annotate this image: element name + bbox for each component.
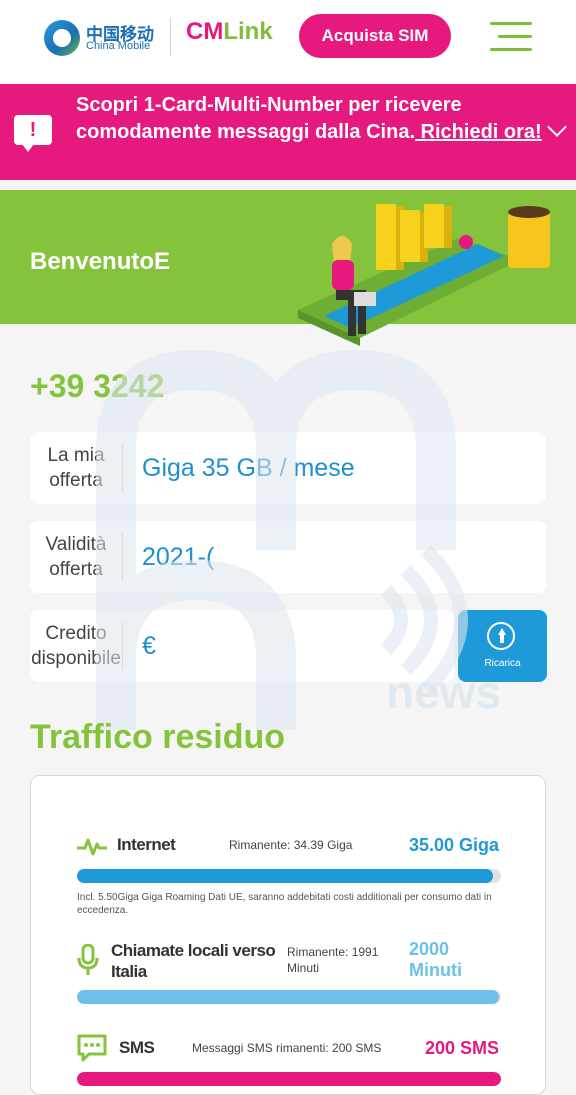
buy-sim-button[interactable]: Acquista SIM [299,14,451,58]
internet-progress-fill [77,869,494,883]
promo-banner: ! Scopri 1-Card-Multi-Number per ricever… [0,84,576,180]
sms-progress-bar [77,1072,501,1086]
internet-remaining: Rimanente: 34.39 Giga [229,838,353,852]
sms-progress-fill [77,1072,501,1086]
phone-number: +39 3242 [30,368,165,404]
credit-label: Credito disponibile [31,623,121,669]
offer-card: La mia offerta Giga 35 GB / mese [30,432,546,504]
internet-note: Incl. 5.50Giga Giga Roaming Dati UE, sar… [77,892,492,916]
sms-total: 200 SMS [425,1038,500,1058]
recharge-label: Ricarica [484,658,521,669]
offer-divider [122,444,123,492]
welcome-title: BenvenutoE [30,248,171,275]
validity-card: Validità offerta 2021-( [30,521,546,593]
alert-bubble-icon: ! [14,115,52,152]
promo-message: Scopri 1-Card-Multi-Number per ricevere … [76,94,462,143]
credit-divider [122,622,123,670]
china-mobile-logo[interactable]: 中国移动 China Mobile [44,18,164,58]
message-icon [77,1034,107,1062]
credit-card: Credito disponibile € [30,610,454,682]
validity-label: Validità offerta [45,534,107,580]
internet-label: Internet [117,835,176,854]
cmlink-cm-text: CM [186,18,224,45]
calls-remaining: Rimanente: 1991 Minuti [287,945,379,975]
offer-value: Giga 35 GB / mese [142,453,355,482]
internet-progress-bar [77,869,501,883]
logo-divider [170,18,171,56]
cmlink-link-text: Link [223,18,273,45]
promo-text: Scopri 1-Card-Multi-Number per ricevere … [76,92,546,146]
recharge-button[interactable]: Ricarica [458,610,547,682]
china-mobile-mark-icon [44,20,80,56]
validity-value: 2021-( [142,542,215,571]
welcome-illustration [298,204,550,346]
sms-label: SMS [119,1038,155,1057]
hamburger-menu-icon[interactable] [490,22,532,52]
app-header: 中国移动 China Mobile CMLink Acquista SIM [0,0,576,82]
sms-remaining: Messaggi SMS rimanenti: 200 SMS [192,1041,382,1055]
internet-total: 35.00 Giga [409,835,500,855]
offer-label: La mia offerta [47,445,105,491]
microphone-icon [77,944,99,975]
cmlink-logo[interactable]: CMLink [186,18,273,46]
traffic-panel: Internet Rimanente: 34.39 Giga 35.00 Gig… [30,775,546,1095]
calls-total: 2000 Minuti [409,939,462,980]
chevron-down-icon[interactable] [547,117,567,137]
calls-progress-fill [77,990,499,1004]
traffic-title: Traffico residuo [30,718,286,756]
pulse-icon [77,838,107,856]
upload-arrow-icon [487,622,515,650]
calls-progress-bar [77,990,501,1004]
promo-link[interactable]: Richiedi ora! [415,121,542,143]
validity-divider [122,533,123,581]
china-mobile-en-text: China Mobile [86,40,151,52]
calls-label: Chiamate locali verso Italia [111,941,276,981]
credit-value: € [142,631,156,660]
